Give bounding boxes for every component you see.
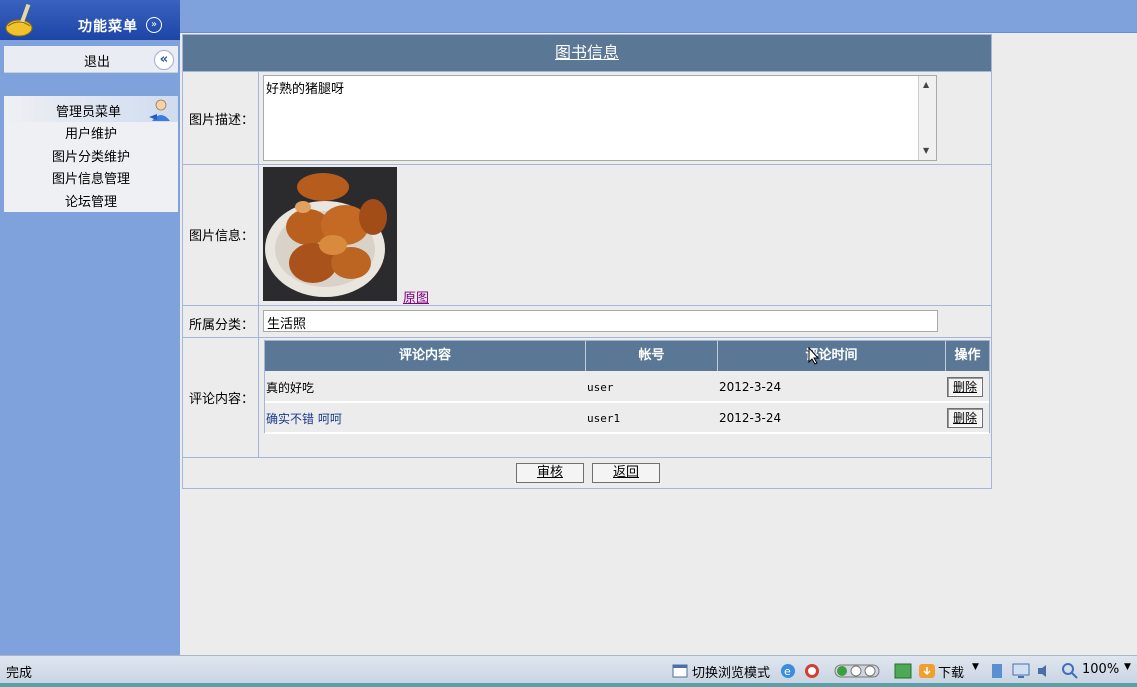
comments-table-header: 评论内容 帐号 评论时间 操作 <box>265 341 989 371</box>
comment-content[interactable]: 确实不错 呵呵 <box>266 410 342 427</box>
security-icon[interactable] <box>804 663 820 679</box>
delete-comment-button[interactable]: 删除 <box>947 408 983 428</box>
form-header: 图书信息 <box>183 35 991 71</box>
comments-table: 评论内容 帐号 评论时间 操作 真的好吃 user 2012-3-24 删除 确… <box>264 340 990 434</box>
status-text: 完成 <box>6 666 33 681</box>
top-banner <box>180 0 1137 33</box>
table-row: 真的好吃 user 2012-3-24 删除 <box>265 372 989 403</box>
taskbar-strip <box>0 683 1137 687</box>
admin-menu-title: 管理员菜单 <box>56 105 122 120</box>
column-header-content: 评论内容 <box>265 341 586 371</box>
admin-menu: 管理员菜单 用户维护 图片分类维护 图片信息管理 论坛管理 <box>4 96 178 212</box>
delete-comment-button[interactable]: 删除 <box>947 377 983 397</box>
category-label: 所属分类： <box>189 318 255 333</box>
zoom-level[interactable]: 100% <box>1082 662 1119 677</box>
sidebar-header: 功能菜单 » <box>0 0 180 40</box>
speaker-icon[interactable] <box>1036 663 1052 679</box>
mouse-cursor-icon <box>808 347 820 365</box>
comment-content: 真的好吃 <box>266 381 315 395</box>
photo-label: 图片信息： <box>189 229 255 244</box>
row-divider <box>183 457 991 458</box>
desc-label: 图片描述： <box>189 113 255 128</box>
svg-text:e: e <box>784 665 791 678</box>
row-divider <box>183 337 991 338</box>
comment-account: user <box>587 381 614 394</box>
sidebar: 功能菜单 » 退出 « 管理员菜单 用户维护 图片分类维护 图片信息管理 论坛管… <box>0 0 180 655</box>
column-header-account: 帐号 <box>586 341 718 371</box>
download-icon[interactable] <box>918 663 936 679</box>
browser-statusbar: 完成 切换浏览模式 e 下载 ▼ 100% ▼ <box>0 655 1137 684</box>
image-info-form: 图书信息 图片描述： 好熟的猪腿呀 ▲ ▼ 图片信息： 原图 所属分类： 生活照… <box>182 34 992 489</box>
comment-time: 2012-3-24 <box>719 411 782 425</box>
sidebar-item-user-maintenance[interactable]: 用户维护 <box>4 123 178 142</box>
ie-icon[interactable]: e <box>780 663 796 679</box>
description-text: 好熟的猪腿呀 <box>266 82 345 97</box>
logout-label[interactable]: 退出 <box>84 51 110 70</box>
textarea-scrollbar[interactable]: ▲ ▼ <box>918 76 936 160</box>
sidebar-item-image-management[interactable]: 图片信息管理 <box>4 168 178 187</box>
column-header-time: 评论时间 <box>718 341 946 371</box>
page-title[interactable]: 图书信息 <box>555 43 619 62</box>
original-image-link[interactable]: 原图 <box>403 287 429 306</box>
zoom-dropdown-icon[interactable]: ▼ <box>1124 662 1131 672</box>
collapse-menu-icon[interactable]: » <box>146 17 162 33</box>
addon-icon[interactable] <box>894 663 912 679</box>
category-field[interactable]: 生活照 <box>263 310 938 332</box>
comment-time: 2012-3-24 <box>719 380 782 394</box>
category-value: 生活照 <box>267 317 307 332</box>
scroll-down-icon[interactable]: ▼ <box>923 146 929 155</box>
column-header-action: 操作 <box>954 348 981 363</box>
window-icon <box>672 664 688 678</box>
pork-knuckle-photo <box>263 167 397 301</box>
row-divider <box>183 71 991 72</box>
zoom-icon[interactable] <box>1062 663 1078 679</box>
switch-mode-button[interactable]: 切换浏览模式 <box>692 662 770 681</box>
bookmark-icon[interactable] <box>990 663 1004 679</box>
table-row: 确实不错 呵呵 user1 2012-3-24 删除 <box>265 403 989 434</box>
row-divider <box>183 305 991 306</box>
row-divider <box>183 164 991 165</box>
download-button[interactable]: 下载 <box>938 662 964 681</box>
comment-label: 评论内容： <box>189 392 255 407</box>
toggle-switch-icon[interactable] <box>834 664 880 678</box>
column-divider <box>258 72 259 457</box>
scroll-up-icon[interactable]: ▲ <box>923 80 929 89</box>
description-textarea[interactable]: 好熟的猪腿呀 ▲ ▼ <box>263 75 937 161</box>
admin-menu-header[interactable]: 管理员菜单 <box>4 96 178 122</box>
admin-user-icon <box>149 99 170 121</box>
approve-button[interactable]: 审核 <box>516 463 584 483</box>
sidebar-item-forum-management[interactable]: 论坛管理 <box>4 191 178 210</box>
sidebar-item-category-maintenance[interactable]: 图片分类维护 <box>4 146 178 165</box>
screen-icon[interactable] <box>1012 663 1030 679</box>
sidebar-title: 功能菜单 <box>78 19 138 35</box>
logout-bar[interactable]: 退出 « <box>4 46 178 73</box>
back-button[interactable]: 返回 <box>592 463 660 483</box>
broom-logo-icon <box>5 3 33 37</box>
comment-account: user1 <box>587 412 621 425</box>
collapse-sidebar-icon[interactable]: « <box>154 50 174 70</box>
dropdown-arrow-icon[interactable]: ▼ <box>972 662 979 672</box>
